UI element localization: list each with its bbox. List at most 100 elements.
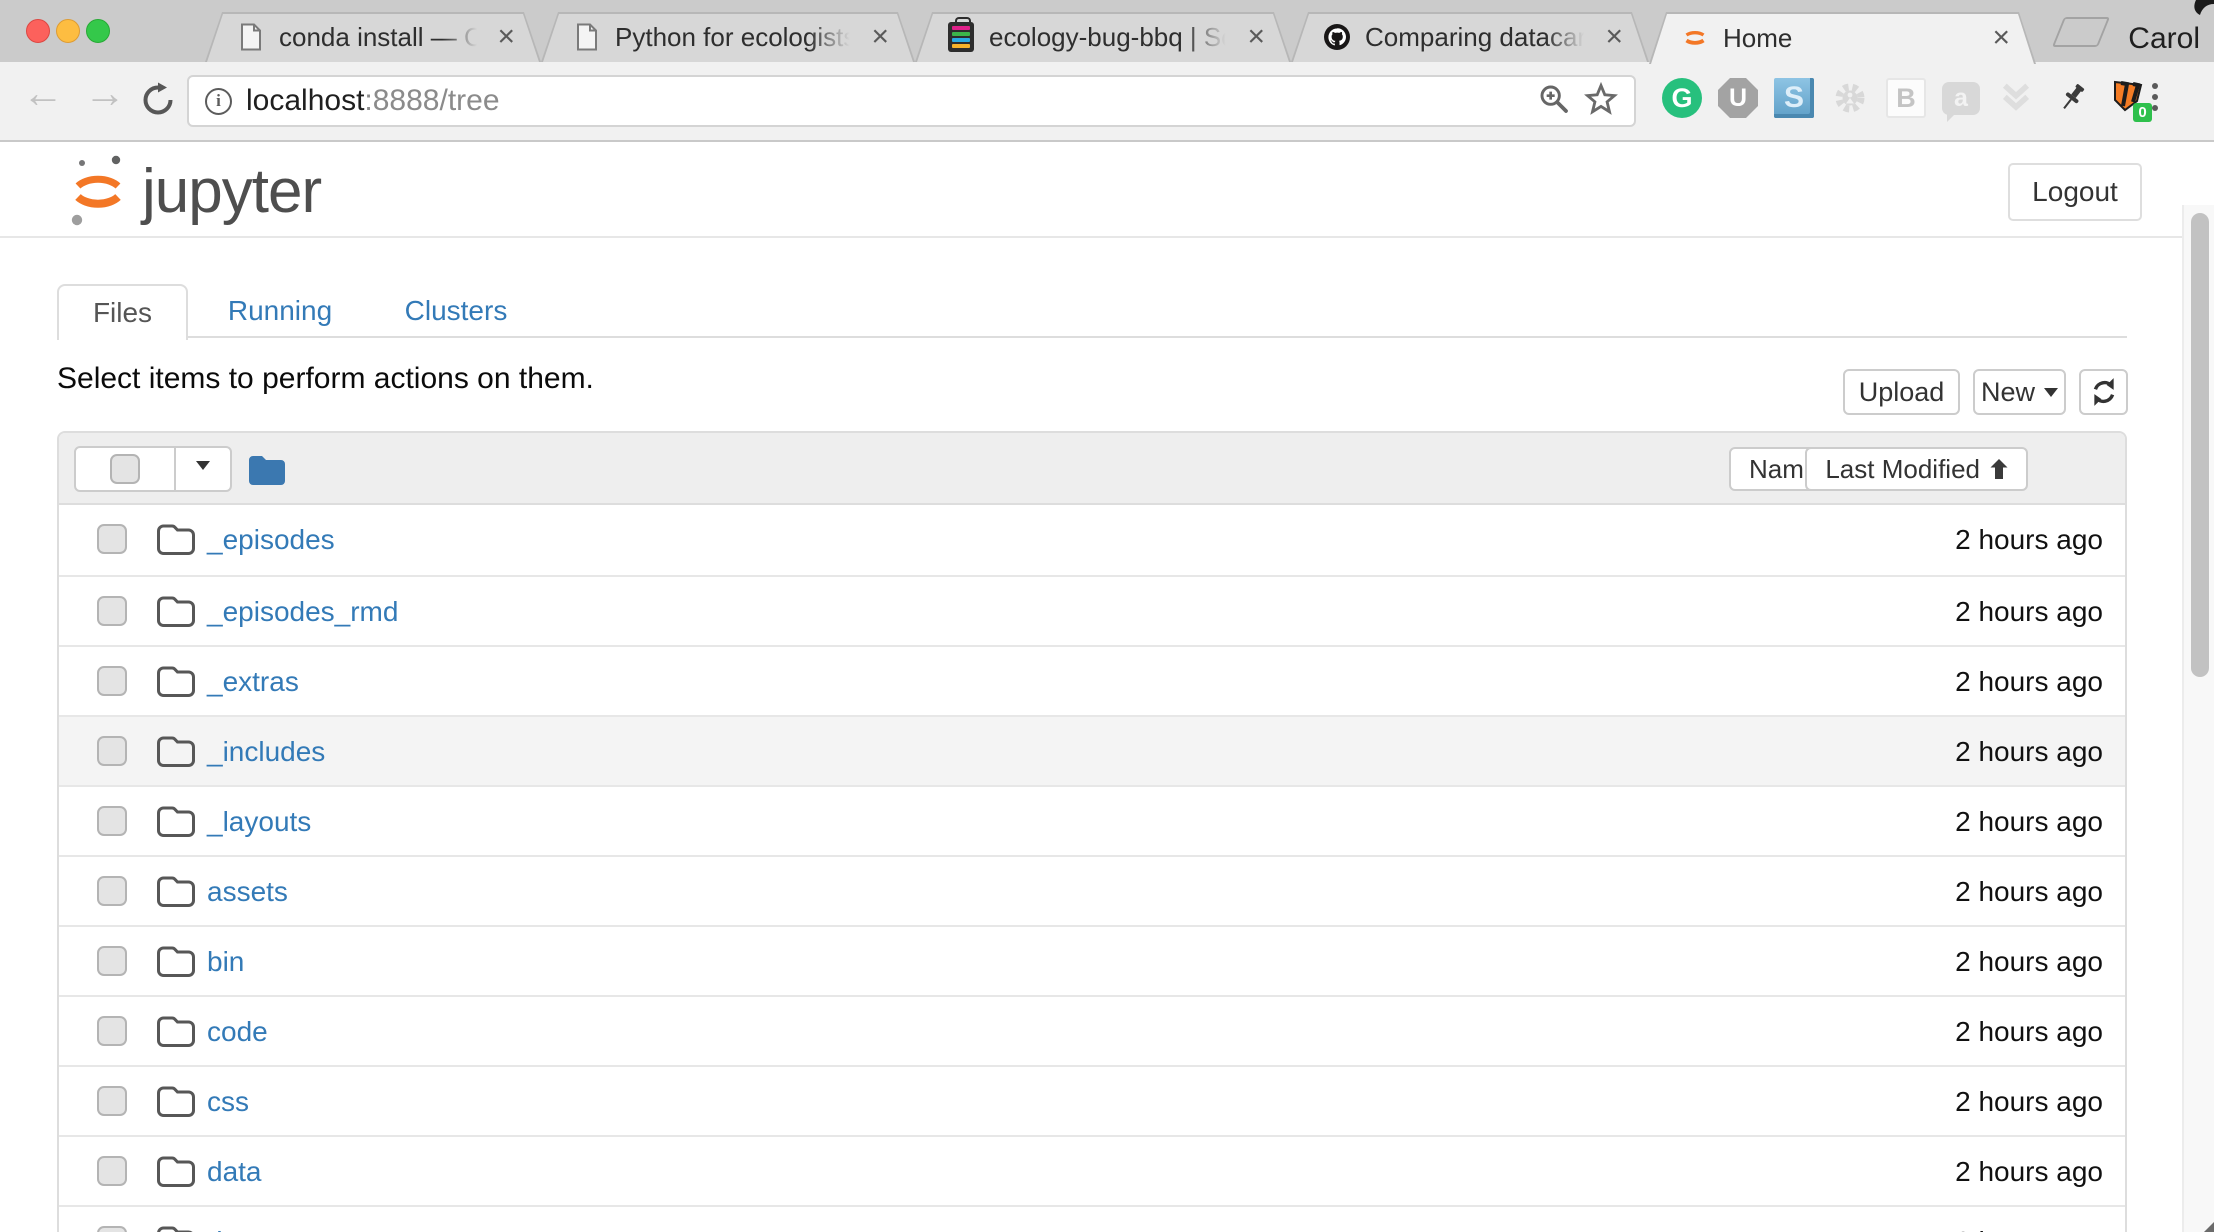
- etherpad-icon: [947, 17, 975, 52]
- privacy-badger-icon[interactable]: 0: [2108, 78, 2152, 122]
- ublock-extension-icon[interactable]: U: [1718, 78, 1758, 118]
- forward-icon[interactable]: →: [84, 72, 126, 114]
- folder-icon: [156, 1015, 196, 1054]
- row-checkbox[interactable]: [97, 1016, 127, 1046]
- badge-count: 0: [2133, 103, 2152, 122]
- chevron-extension-icon[interactable]: [1996, 78, 2036, 118]
- close-icon[interactable]: ×: [497, 22, 515, 52]
- select-dropdown-caret[interactable]: [196, 461, 210, 477]
- browser-window: conda install — Conda d × Python for eco…: [0, 0, 2214, 1232]
- row-checkbox[interactable]: [97, 596, 127, 626]
- file-link[interactable]: _episodes: [207, 524, 335, 556]
- profile-name[interactable]: Carol: [2128, 22, 2200, 56]
- row-checkbox[interactable]: [97, 1086, 127, 1116]
- close-icon[interactable]: ×: [1247, 22, 1265, 52]
- window-corner-mark: [2204, 1222, 2214, 1232]
- fullscreen-window-button[interactable]: [86, 19, 110, 43]
- browser-tab-conda[interactable]: conda install — Conda d ×: [205, 12, 541, 62]
- row-checkbox[interactable]: [97, 946, 127, 976]
- logout-button[interactable]: Logout: [2008, 163, 2142, 221]
- row-checkbox[interactable]: [97, 1226, 127, 1232]
- file-modified: 2 hours ago: [1955, 736, 2103, 767]
- jupyter-favicon: [1681, 23, 1709, 53]
- row-checkbox[interactable]: [97, 1156, 127, 1186]
- row-checkbox[interactable]: [97, 666, 127, 696]
- zoom-icon[interactable]: [1538, 83, 1570, 120]
- file-link[interactable]: data_output: [207, 1226, 355, 1232]
- row-checkbox[interactable]: [97, 736, 127, 766]
- grammarly-extension-icon[interactable]: G: [1662, 78, 1702, 118]
- file-modified: 2 hours ago: [1955, 1016, 2103, 1047]
- new-tab-button[interactable]: [2051, 17, 2111, 47]
- nav-tabs-rule: [57, 336, 2127, 338]
- close-window-button[interactable]: [26, 19, 50, 43]
- file-link[interactable]: _episodes_rmd: [207, 596, 398, 628]
- jupyter-logo[interactable]: jupyter: [66, 152, 322, 230]
- file-link[interactable]: bin: [207, 946, 244, 978]
- browser-tab-home-active[interactable]: Home ×: [1649, 12, 2036, 64]
- folder-icon: [156, 595, 196, 634]
- tab-clusters[interactable]: Clusters: [396, 284, 516, 338]
- scrollbar-track[interactable]: [2182, 205, 2214, 1232]
- jupyter-page: jupyter Logout Files Running Clusters Se…: [0, 142, 2214, 1232]
- file-modified: 2 hours ago: [1955, 1086, 2103, 1117]
- folder-breadcrumb-icon[interactable]: [247, 453, 285, 490]
- folder-icon: [156, 1085, 196, 1124]
- select-all-group[interactable]: [74, 446, 232, 492]
- address-bar[interactable]: i localhost:8888/tree: [187, 75, 1636, 127]
- browser-menu-icon[interactable]: [2152, 83, 2158, 111]
- browser-tab-ecologists[interactable]: Python for ecologists: S ×: [541, 12, 915, 62]
- file-link[interactable]: data: [207, 1156, 262, 1188]
- file-link[interactable]: assets: [207, 876, 288, 908]
- row-checkbox[interactable]: [97, 524, 127, 554]
- row-checkbox[interactable]: [97, 806, 127, 836]
- file-modified: 2 hours ago: [1955, 596, 2103, 627]
- table-row: css 2 hours ago: [59, 1065, 2125, 1135]
- jupyter-wordmark: jupyter: [142, 156, 322, 226]
- header-divider: [0, 236, 2214, 238]
- jupyter-planet-icon: [71, 155, 121, 226]
- scrollbar-thumb[interactable]: [2191, 213, 2209, 677]
- row-checkbox[interactable]: [97, 876, 127, 906]
- close-icon[interactable]: ×: [1992, 23, 2010, 53]
- url-host: localhost: [246, 84, 365, 117]
- file-link[interactable]: code: [207, 1016, 268, 1048]
- file-modified: 2 hours ago: [1955, 806, 2103, 837]
- gear-extension-icon[interactable]: [1830, 78, 1870, 118]
- minimize-window-button[interactable]: [56, 19, 80, 43]
- sort-by-modified-button[interactable]: Last Modified: [1805, 447, 2028, 491]
- browser-tab-github[interactable]: Comparing datacarpent ×: [1291, 12, 1649, 62]
- sort-modified-label: Last Modified: [1825, 453, 1980, 484]
- tab-title: conda install — Conda d: [279, 21, 483, 52]
- page-info-icon[interactable]: i: [205, 87, 232, 115]
- s-extension-icon[interactable]: S: [1774, 78, 1814, 118]
- upload-button[interactable]: Upload: [1843, 369, 1960, 415]
- file-link[interactable]: _includes: [207, 736, 325, 768]
- file-link[interactable]: _extras: [207, 666, 299, 698]
- file-link[interactable]: css: [207, 1086, 249, 1118]
- bookmark-star-icon[interactable]: [1584, 81, 1618, 121]
- url-path: :8888/tree: [364, 84, 500, 117]
- tab-running[interactable]: Running: [222, 284, 338, 338]
- browser-tab-etherpad[interactable]: ecology-bug-bbq | Soft ×: [915, 12, 1291, 62]
- tab-title: ecology-bug-bbq | Soft: [989, 21, 1234, 52]
- url-text[interactable]: localhost:8888/tree: [246, 84, 500, 118]
- close-icon[interactable]: ×: [871, 22, 889, 52]
- b-extension-icon[interactable]: B: [1886, 78, 1926, 118]
- browser-tab-strip: conda install — Conda d × Python for eco…: [0, 0, 2214, 62]
- chat-extension-icon[interactable]: a: [1942, 81, 1980, 122]
- file-modified: 2 hours ago: [1955, 524, 2103, 555]
- reload-icon[interactable]: [140, 82, 176, 118]
- extensions-row: G U S B a 0: [1662, 78, 2152, 122]
- new-dropdown-button[interactable]: New: [1973, 369, 2066, 415]
- file-link[interactable]: _layouts: [207, 806, 311, 838]
- pushpin-icon[interactable]: [2052, 78, 2092, 118]
- refresh-button[interactable]: [2079, 369, 2128, 415]
- folder-icon: [156, 1155, 196, 1194]
- tab-title: Comparing datacarpent: [1365, 21, 1591, 52]
- close-icon[interactable]: ×: [1605, 22, 1623, 52]
- file-list-panel: Name Last Modified _episodes 2 hours ago…: [57, 431, 2127, 1232]
- select-all-checkbox[interactable]: [110, 454, 140, 484]
- tab-files[interactable]: Files: [57, 284, 188, 340]
- back-icon[interactable]: ←: [22, 72, 64, 114]
